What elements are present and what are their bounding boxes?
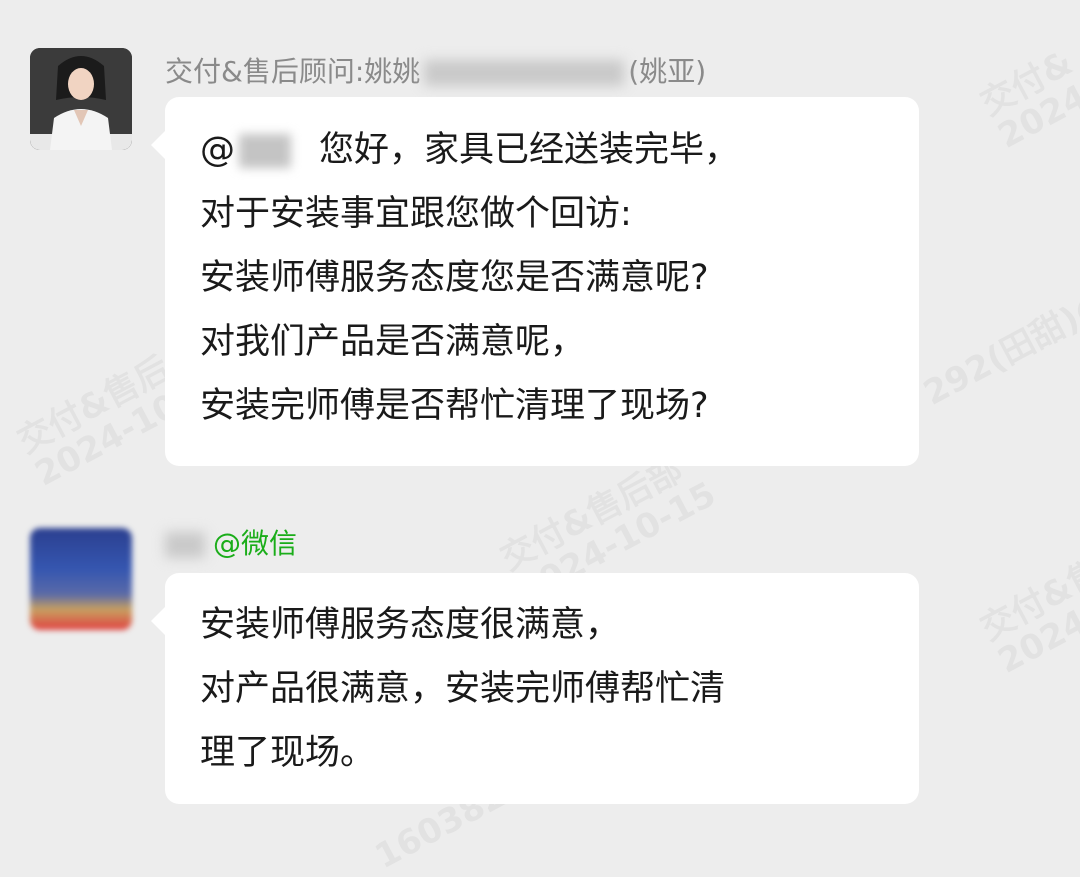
redacted-mention [239, 134, 291, 168]
message-line: 对我们产品是否满意呢， [200, 322, 586, 362]
watermark: 交付& 2024-1 [974, 28, 1080, 157]
mention-symbol: @ [200, 130, 235, 170]
sender-name: 交付&售后顾问:姚姚 (姚亚) [165, 50, 706, 90]
avatar[interactable] [30, 48, 132, 150]
avatar[interactable] [30, 528, 132, 630]
watermark: 交付&售 2024-1 [974, 552, 1080, 682]
message-line: 理了现场。 [200, 733, 376, 773]
message-text: 您好，家具已经送装完毕， [319, 130, 740, 170]
watermark: 292(田甜)@ [917, 283, 1080, 414]
sender-name: @微信 [165, 522, 297, 562]
message-line: 安装完师傅是否帮忙清理了现场? [200, 386, 709, 426]
sender-name-suffix: (姚亚) [628, 55, 707, 88]
redacted-name [165, 532, 205, 558]
message-line: 对产品很满意，安装完师傅帮忙清 [200, 669, 726, 709]
message-line: 安装师傅服务态度很满意， [200, 605, 621, 645]
wechat-tag: @微信 [213, 527, 298, 560]
message-line: 对于安装事宜跟您做个回访: [200, 194, 632, 234]
message-line: 安装师傅服务态度您是否满意呢? [200, 258, 709, 298]
message-bubble[interactable]: @ 您好，家具已经送装完毕， 对于安装事宜跟您做个回访: 安装师傅服务态度您是否满… [151, 97, 919, 466]
sender-name-prefix: 交付&售后顾问:姚姚 [165, 55, 421, 88]
avatar-photo [30, 48, 132, 150]
message-line: @ 您好，家具已经送装完毕， [200, 118, 919, 182]
message-bubble[interactable]: 安装师傅服务态度很满意， 对产品很满意，安装完师傅帮忙清 理了现场。 [151, 573, 919, 804]
redacted-phone [424, 60, 625, 86]
